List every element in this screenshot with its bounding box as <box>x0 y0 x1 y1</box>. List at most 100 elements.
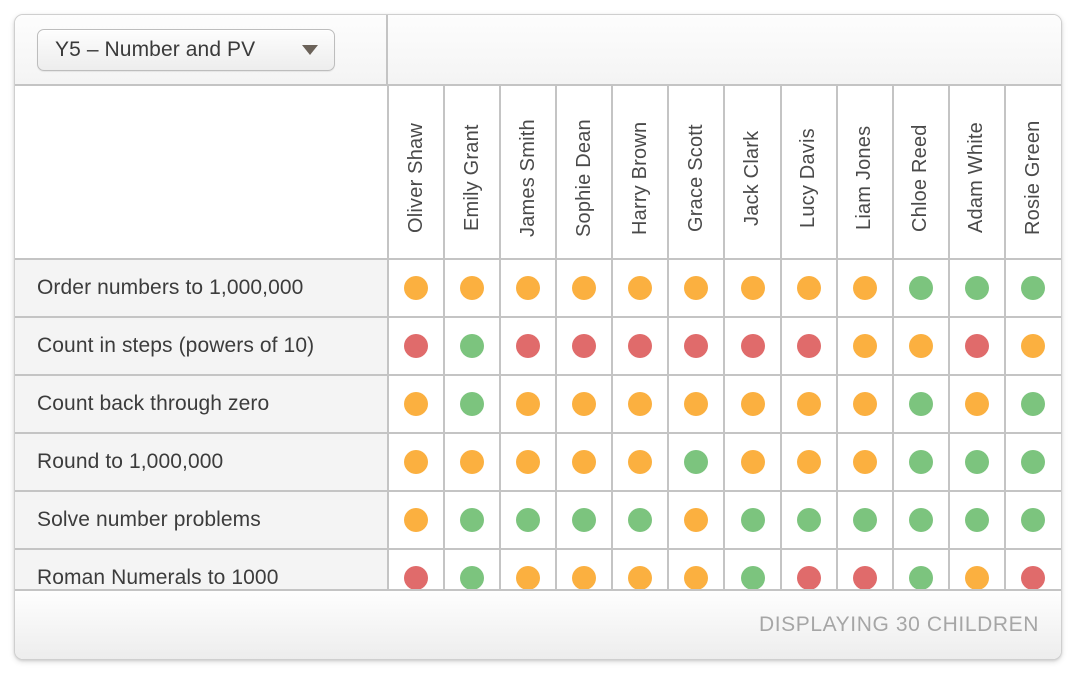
rating-cell[interactable] <box>780 375 838 434</box>
student-column-header[interactable]: Emily Grant <box>444 86 502 260</box>
rating-cell[interactable] <box>836 259 894 318</box>
student-column-header[interactable]: Jack Clark <box>724 86 782 260</box>
rating-cell[interactable] <box>1004 375 1061 434</box>
student-column-header[interactable]: Liam Jones <box>836 86 894 260</box>
rating-cell[interactable] <box>668 375 726 434</box>
rating-cell[interactable] <box>780 259 838 318</box>
header-row: Oliver Shaw Emily Grant James Smith Sophie … <box>15 86 1061 260</box>
rating-cell[interactable] <box>500 317 558 376</box>
rating-cell[interactable] <box>668 259 726 318</box>
rating-cell[interactable] <box>556 317 614 376</box>
student-column-header[interactable]: Harry Brown <box>612 86 670 260</box>
rating-cell[interactable] <box>388 549 446 589</box>
rating-cell[interactable] <box>444 375 502 434</box>
rating-cell[interactable] <box>612 491 670 550</box>
rating-cell[interactable] <box>836 491 894 550</box>
rating-cell[interactable] <box>724 317 782 376</box>
rating-cell[interactable] <box>948 317 1006 376</box>
rating-cell[interactable] <box>444 317 502 376</box>
rating-cell[interactable] <box>724 375 782 434</box>
rating-cell[interactable] <box>724 491 782 550</box>
rating-cell[interactable] <box>612 317 670 376</box>
student-column-header[interactable]: Grace Scott <box>668 86 726 260</box>
rating-cell[interactable] <box>556 549 614 589</box>
rating-cell[interactable] <box>724 259 782 318</box>
rating-cell[interactable] <box>948 375 1006 434</box>
student-column-header[interactable]: James Smith <box>500 86 558 260</box>
rating-cell[interactable] <box>1004 491 1061 550</box>
rating-cell[interactable] <box>388 317 446 376</box>
rating-cell[interactable] <box>948 491 1006 550</box>
rating-cell[interactable] <box>836 433 894 492</box>
objective-label-cell[interactable]: Roman Numerals to 1000 <box>15 549 389 589</box>
rating-cell[interactable] <box>1004 549 1061 589</box>
rating-cell[interactable] <box>836 375 894 434</box>
rating-cell[interactable] <box>780 549 838 589</box>
student-column-header[interactable]: Sophie Dean <box>556 86 614 260</box>
rating-cell[interactable] <box>556 491 614 550</box>
rating-cell[interactable] <box>724 433 782 492</box>
rating-cell[interactable] <box>668 433 726 492</box>
student-column-header[interactable]: Lucy Davis <box>780 86 838 260</box>
rating-cell[interactable] <box>612 259 670 318</box>
rating-cell[interactable] <box>500 259 558 318</box>
rating-cell[interactable] <box>892 549 950 589</box>
rating-cell[interactable] <box>500 491 558 550</box>
rating-cell[interactable] <box>500 549 558 589</box>
objective-label-cell[interactable]: Order numbers to 1,000,000 <box>15 259 389 318</box>
rating-green-icon <box>1021 276 1046 300</box>
rating-cell[interactable] <box>724 549 782 589</box>
rating-cell[interactable] <box>500 433 558 492</box>
rating-cell[interactable] <box>948 549 1006 589</box>
rating-cell[interactable] <box>892 375 950 434</box>
rating-cell[interactable] <box>668 491 726 550</box>
rating-cell[interactable] <box>1004 259 1061 318</box>
student-column-header[interactable]: Rosie Green <box>1004 86 1061 260</box>
rating-cell[interactable] <box>892 433 950 492</box>
student-column-header[interactable]: Adam White <box>948 86 1006 260</box>
rating-cell[interactable] <box>1004 433 1061 492</box>
rating-cell[interactable] <box>556 433 614 492</box>
rating-red-icon <box>404 566 429 589</box>
rating-cell[interactable] <box>836 317 894 376</box>
objective-label-cell[interactable]: Count back through zero <box>15 375 389 434</box>
rating-cell[interactable] <box>556 259 614 318</box>
rating-cell[interactable] <box>388 259 446 318</box>
rating-green-icon <box>852 508 877 532</box>
rating-cell[interactable] <box>892 491 950 550</box>
rating-cell[interactable] <box>668 549 726 589</box>
student-column-header[interactable]: Chloe Reed <box>892 86 950 260</box>
rating-cell[interactable] <box>836 549 894 589</box>
rating-cell[interactable] <box>612 433 670 492</box>
student-column-header[interactable]: Oliver Shaw <box>388 86 446 260</box>
rating-cell[interactable] <box>388 375 446 434</box>
objective-label-cell[interactable]: Round to 1,000,000 <box>15 433 389 492</box>
rating-cell[interactable] <box>388 491 446 550</box>
rating-amber-icon <box>740 450 765 474</box>
rating-cell[interactable] <box>892 259 950 318</box>
rating-cell[interactable] <box>612 549 670 589</box>
rating-cell[interactable] <box>1004 317 1061 376</box>
rating-cell[interactable] <box>500 375 558 434</box>
objective-label-cell[interactable]: Count in steps (powers of 10) <box>15 317 389 376</box>
rating-cell[interactable] <box>948 259 1006 318</box>
student-name-label: Adam White <box>965 122 988 234</box>
rating-cell[interactable] <box>444 259 502 318</box>
rating-cell[interactable] <box>780 491 838 550</box>
rating-cell[interactable] <box>948 433 1006 492</box>
rating-cell[interactable] <box>444 549 502 589</box>
rating-cell[interactable] <box>668 317 726 376</box>
rating-cell[interactable] <box>444 433 502 492</box>
class-selector-dropdown[interactable]: Y5 – Number and PV <box>37 28 335 71</box>
rating-cell[interactable] <box>444 491 502 550</box>
rating-green-icon <box>908 566 933 589</box>
rating-amber-icon <box>964 392 989 416</box>
objective-label-cell[interactable]: Solve number problems <box>15 491 389 550</box>
rating-green-icon <box>740 508 765 532</box>
rating-cell[interactable] <box>892 317 950 376</box>
rating-cell[interactable] <box>780 433 838 492</box>
rating-cell[interactable] <box>388 433 446 492</box>
rating-cell[interactable] <box>780 317 838 376</box>
rating-cell[interactable] <box>556 375 614 434</box>
rating-cell[interactable] <box>612 375 670 434</box>
